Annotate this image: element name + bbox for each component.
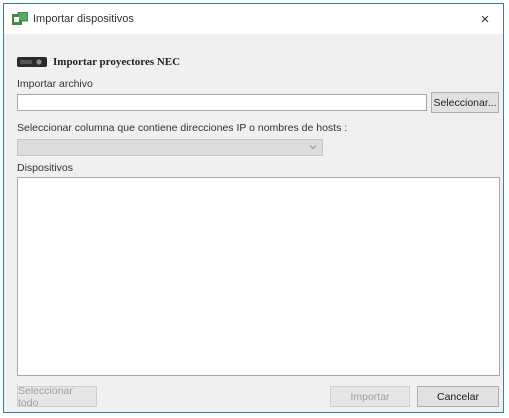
import-devices-dialog: Importar dispositivos × Importar proyect… <box>3 3 504 413</box>
window-title: Importar dispositivos <box>33 13 134 25</box>
devices-list[interactable] <box>17 177 500 376</box>
column-select-label: Seleccionar columna que contiene direcci… <box>17 122 348 134</box>
section-title: Importar proyectores NEC <box>53 56 181 68</box>
title-bar: Importar dispositivos × <box>4 4 503 34</box>
close-button[interactable]: × <box>467 4 503 34</box>
import-devices-icon <box>12 12 28 25</box>
devices-label: Dispositivos <box>17 162 74 174</box>
chevron-down-icon <box>309 145 317 150</box>
nec-projector-icon <box>17 57 47 67</box>
cancel-button[interactable]: Cancelar <box>417 386 499 407</box>
select-file-button[interactable]: Seleccionar... <box>431 92 499 113</box>
import-button[interactable]: Importar <box>330 386 410 407</box>
import-file-input[interactable] <box>17 94 427 111</box>
section-header: Importar proyectores NEC <box>17 54 180 70</box>
select-all-button[interactable]: Seleccionar todo <box>17 385 97 409</box>
column-select-dropdown[interactable] <box>17 139 323 156</box>
close-icon: × <box>480 10 490 28</box>
import-file-label: Importar archivo <box>17 78 93 90</box>
